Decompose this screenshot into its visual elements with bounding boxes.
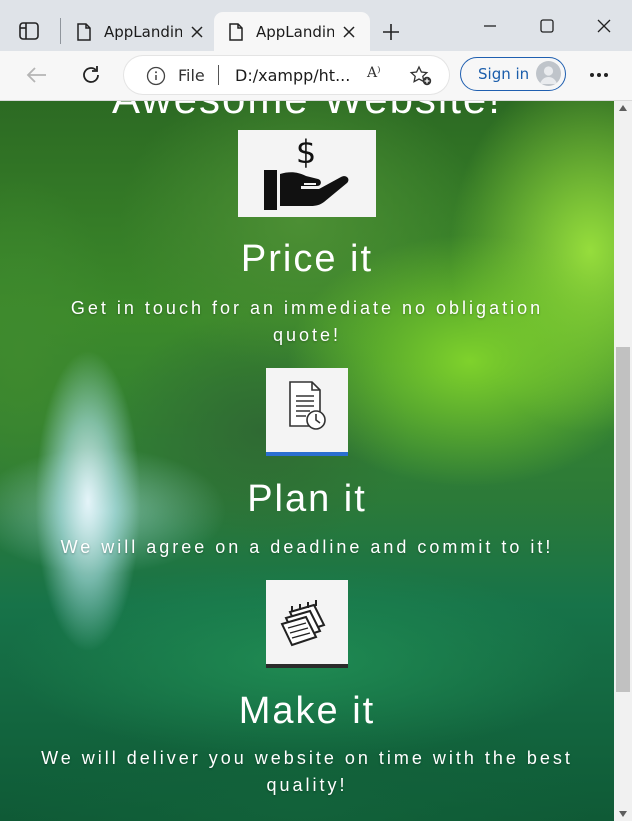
new-tab-button[interactable]	[376, 17, 406, 47]
make-it-image	[266, 580, 348, 668]
step-title-price: Price it	[240, 238, 374, 280]
minimize-icon	[484, 25, 496, 27]
step-title-plan: Plan it	[247, 478, 367, 520]
scroll-up-arrow-icon[interactable]	[619, 105, 627, 111]
close-window-button[interactable]	[589, 12, 619, 40]
tab-title: AppLanding	[104, 22, 182, 41]
document-clock-icon	[266, 381, 348, 456]
tab-close-icon[interactable]	[188, 23, 206, 41]
address-divider	[218, 65, 219, 85]
refresh-button[interactable]	[75, 59, 107, 91]
tab-actions-icon	[19, 22, 39, 40]
address-bar[interactable]: File D:/xampp/ht... A⁾	[124, 56, 449, 94]
more-icon	[590, 73, 608, 77]
maximize-button[interactable]	[532, 12, 562, 40]
scrollbar-thumb[interactable]	[616, 347, 630, 692]
money-hand-icon: $	[264, 133, 349, 210]
info-icon[interactable]	[146, 66, 166, 86]
read-aloud-icon[interactable]: A⁾	[367, 65, 381, 81]
price-it-image: $	[238, 130, 376, 217]
vertical-scrollbar[interactable]	[614, 101, 632, 821]
back-button[interactable]	[20, 59, 52, 91]
step-description-make: We will deliver you website on time with…	[41, 748, 573, 795]
minimize-button[interactable]	[475, 12, 505, 40]
tab-title: AppLanding	[256, 22, 334, 41]
plus-icon	[383, 24, 399, 40]
back-arrow-icon	[26, 67, 46, 83]
tab-close-icon[interactable]	[340, 23, 358, 41]
browser-toolbar: File D:/xampp/ht... A⁾ Sign in	[0, 51, 632, 101]
address-url[interactable]: D:/xampp/ht...	[235, 66, 350, 85]
add-favorite-icon[interactable]	[409, 65, 433, 87]
page-icon	[229, 22, 243, 41]
settings-more-button[interactable]	[584, 61, 614, 89]
sign-in-label: Sign in	[478, 65, 530, 83]
calendar-stack-icon	[266, 600, 348, 668]
maximize-icon	[540, 19, 554, 33]
tab-strip: AppLanding AppLanding	[0, 0, 632, 51]
user-icon	[540, 66, 557, 84]
scroll-down-arrow-icon[interactable]	[619, 811, 627, 817]
page-viewport: Awesome Website! $ Price it Get in touch…	[0, 101, 614, 821]
tab-applanding-1[interactable]: AppLanding	[62, 12, 214, 51]
svg-text:$: $	[296, 133, 316, 171]
step-description-price: Get in touch for an immediate no obligat…	[70, 298, 544, 345]
tab-separator	[60, 18, 61, 44]
address-scheme-label: File	[178, 66, 205, 85]
step-title-make: Make it	[238, 690, 376, 732]
tab-actions-button[interactable]	[12, 14, 46, 48]
hero-title: Awesome Website!	[0, 101, 614, 123]
sign-in-button[interactable]: Sign in	[460, 57, 566, 91]
tab-applanding-2[interactable]: AppLanding	[214, 12, 370, 51]
refresh-icon	[83, 66, 99, 83]
close-icon	[597, 19, 611, 33]
plan-it-image	[266, 368, 348, 456]
page-icon	[77, 22, 91, 41]
avatar	[536, 61, 561, 86]
step-description-plan: We will agree on a deadline and commit t…	[60, 537, 554, 557]
